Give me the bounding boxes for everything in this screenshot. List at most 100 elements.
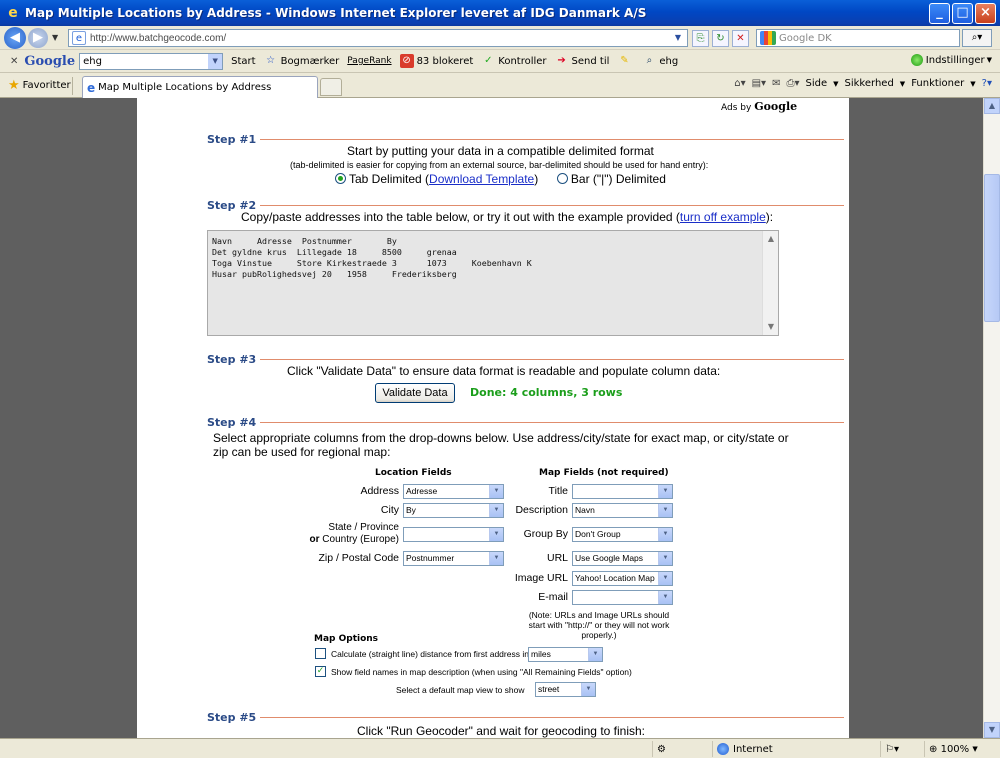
scroll-up-icon[interactable]: ▲ — [984, 98, 1000, 114]
stop-icon[interactable]: ✕ — [732, 30, 749, 47]
default-view-select[interactable]: street ▼ — [535, 682, 596, 697]
highlighter-icon: ✎ — [620, 55, 629, 66]
scroll-thumb[interactable] — [984, 174, 1000, 322]
google-toolbar: ✕ Google ehg ▼ Start ☆ Bogmærker PageRank… — [0, 50, 1000, 73]
scroll-down-icon[interactable]: ▼ — [984, 722, 1000, 738]
chevron-down-icon: ▼ — [489, 528, 503, 541]
page-menu[interactable]: Side — [805, 78, 827, 89]
validate-data-button[interactable]: Validate Data — [375, 383, 455, 403]
favorites-button[interactable]: ★ Favoritter — [8, 78, 71, 93]
zoom-level[interactable]: ⊕ 100% ▼ — [924, 741, 990, 757]
address-data-text: Navn Adresse Postnummer By Det gyldne kr… — [212, 236, 532, 279]
settings-status-icon — [910, 54, 923, 66]
email-label: E-mail — [538, 591, 568, 603]
chevron-down-icon: ▼ — [588, 648, 602, 661]
send-to-button[interactable]: ➔ Send til — [555, 54, 609, 68]
mail-icon[interactable]: ✉ — [772, 78, 780, 89]
delimiter-options: Tab Delimited (Download Template) Bar ("… — [335, 172, 666, 186]
new-tab-button[interactable] — [320, 78, 342, 96]
zip-label: Zip / Postal Code — [318, 552, 399, 564]
state-select[interactable]: ▼ — [403, 527, 504, 542]
find-term-button[interactable]: ⌕ ehg — [642, 54, 679, 68]
back-button[interactable]: ◀ — [4, 26, 26, 49]
email-select[interactable]: ▼ — [572, 590, 673, 605]
scroll-down-icon[interactable]: ▼ — [764, 320, 778, 334]
home-icon[interactable]: ⌂▾ — [734, 78, 745, 89]
chevron-down-icon: ▼ — [658, 572, 672, 585]
close-button[interactable]: × — [975, 3, 996, 24]
minimize-button[interactable]: _ — [929, 3, 950, 24]
scroll-up-icon[interactable]: ▲ — [764, 232, 778, 246]
address-url[interactable]: http://www.batchgeocode.com/ — [90, 33, 226, 44]
google-search-dropdown-icon[interactable]: ▼ — [208, 53, 223, 69]
page-icon: e — [72, 31, 86, 45]
help-icon[interactable]: ?▾ — [982, 78, 992, 89]
start-button[interactable]: Start — [231, 56, 255, 67]
tools-menu[interactable]: Funktioner — [911, 78, 964, 89]
tab-label: Map Multiple Locations by Address — [98, 82, 272, 93]
tab-map-multiple-locations[interactable]: e Map Multiple Locations by Address — [82, 76, 318, 98]
url-label: URL — [546, 552, 568, 564]
map-options-header: Map Options — [314, 634, 379, 644]
validation-status: Done: 4 columns, 3 rows — [470, 386, 623, 399]
feeds-icon[interactable]: ▤▾ — [752, 78, 766, 89]
step-4-instruction-1: Select appropriate columns from the drop… — [213, 431, 789, 445]
close-toolbar-icon[interactable]: ✕ — [10, 56, 18, 67]
field-names-checkbox[interactable]: ✓ — [315, 666, 326, 677]
page-viewport: Ads by Google Step #1 Start by putting y… — [0, 98, 983, 738]
privacy-icon[interactable]: ⚙ — [652, 741, 708, 757]
history-dropdown-icon[interactable]: ▼ — [52, 33, 58, 42]
address-select[interactable]: Adresse ▼ — [403, 484, 504, 499]
popup-blocker-button[interactable]: ⊘ 83 blokeret — [399, 54, 473, 68]
download-template-link[interactable]: Download Template — [429, 172, 534, 186]
address-dropdown-icon[interactable]: ▼ — [671, 31, 685, 45]
forward-button[interactable]: ▶ — [28, 27, 48, 48]
distance-option-label: Calculate (straight line) distance from … — [331, 649, 529, 659]
security-zone: Internet — [712, 741, 872, 757]
search-box[interactable]: Google DK — [756, 29, 960, 47]
address-bar[interactable]: e http://www.batchgeocode.com/ ▼ — [68, 29, 688, 47]
compat-view-icon[interactable]: ⎘ — [692, 30, 709, 47]
highlight-button[interactable]: ✎ — [617, 54, 634, 68]
zip-select[interactable]: Postnummer ▼ — [403, 551, 504, 566]
step-5-header: Step #5 — [207, 710, 845, 724]
safety-menu[interactable]: Sikkerhed — [845, 78, 894, 89]
pagerank-button[interactable]: PageRank — [347, 56, 391, 66]
refresh-icon[interactable]: ↻ — [712, 30, 729, 47]
bar-delimited-radio[interactable] — [556, 173, 568, 184]
image-url-label: Image URL — [514, 572, 568, 584]
group-by-select[interactable]: Don't Group ▼ — [572, 527, 673, 542]
protected-mode-icon[interactable]: ⚐▾ — [880, 741, 920, 757]
page-scrollbar[interactable]: ▲ ▼ — [983, 98, 1000, 738]
textarea-scrollbar[interactable]: ▲ ▼ — [762, 231, 778, 335]
chevron-down-icon: ▼ — [658, 591, 672, 604]
bookmarks-button[interactable]: ☆ Bogmærker — [264, 54, 339, 68]
google-search-input[interactable]: ehg ▼ — [79, 52, 224, 70]
distance-unit-select[interactable]: miles ▼ — [528, 647, 603, 662]
city-select[interactable]: By ▼ — [403, 503, 504, 518]
title-select[interactable]: ▼ — [572, 484, 673, 499]
turn-off-example-link[interactable]: turn off example — [680, 210, 766, 224]
find-icon: ⌕ — [646, 55, 653, 66]
chevron-down-icon: ▼ — [658, 504, 672, 517]
maximize-button[interactable]: □ — [952, 3, 973, 24]
spellcheck-button[interactable]: ✓ Kontroller — [481, 54, 546, 68]
window-title-bar: e Map Multiple Locations by Address - Wi… — [0, 0, 1000, 26]
city-label: City — [380, 504, 399, 516]
toolbar-settings[interactable]: Indstillinger ▼ — [910, 54, 992, 66]
description-select[interactable]: Navn ▼ — [572, 503, 673, 518]
tab-delimited-radio[interactable] — [335, 173, 346, 184]
google-search-icon — [760, 31, 776, 45]
distance-checkbox[interactable] — [315, 648, 326, 659]
google-logo: Google — [24, 53, 76, 69]
command-bar: ⌂▾ ▤▾ ✉ ⎙▾ Side ▼ Sikkerhed ▼ Funktioner ▼ … — [734, 78, 992, 89]
address-data-textarea[interactable]: Navn Adresse Postnummer By Det gyldne kr… — [207, 230, 779, 336]
group-by-label: Group By — [523, 528, 568, 540]
ie-icon: e — [8, 5, 18, 21]
chevron-down-icon: ▼ — [489, 552, 503, 565]
url-select[interactable]: Use Google Maps ▼ — [572, 551, 673, 566]
print-icon[interactable]: ⎙▾ — [786, 78, 799, 89]
search-button[interactable]: ⌕▾ — [962, 29, 992, 47]
ads-by-google[interactable]: Ads by Google — [721, 100, 797, 113]
image-url-select[interactable]: Yahoo! Location Map ▼ — [572, 571, 673, 586]
